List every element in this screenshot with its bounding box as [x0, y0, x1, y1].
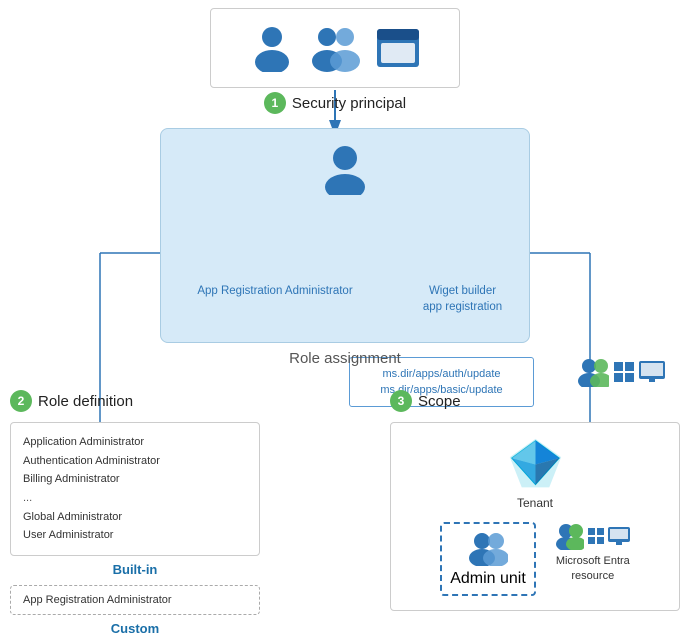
badge-1: 1 [264, 92, 286, 114]
role-assignment-label: Role assignment [160, 350, 530, 367]
widget-builder-icons [576, 357, 666, 387]
admin-unit-icon [468, 530, 508, 566]
security-principal-box [210, 8, 460, 88]
scope-header: 3 Scope [390, 390, 680, 412]
widget-grid-icon [613, 361, 635, 383]
builtin-roles-box: Application Administrator Authentication… [10, 422, 260, 556]
ms-entra-item: Microsoft Entraresource [556, 522, 630, 585]
custom-role-box: App Registration Administrator [10, 585, 260, 615]
role-definition-section: 2 Role definition Application Administra… [10, 390, 260, 636]
entra-grid-icon [587, 527, 605, 545]
role-item-1: Application Administrator [23, 433, 247, 452]
app-icon [377, 29, 419, 67]
ms-entra-label: Microsoft Entraresource [556, 554, 630, 585]
role-item-3: Billing Administrator [23, 470, 247, 489]
scope-inner-box: Tenant Admin unit [390, 422, 680, 611]
custom-label: Custom [10, 621, 260, 636]
role-def-title: Role definition [38, 393, 133, 410]
app-reg-admin-label: App Registration Administrator [175, 285, 375, 297]
builtin-label: Built-in [10, 562, 260, 577]
user-icon [251, 24, 293, 72]
widget-monitor-icon [639, 361, 665, 383]
security-principal-label: 1 Security principal [210, 92, 460, 114]
badge-2: 2 [10, 390, 32, 412]
scope-section: 3 Scope Tenant [390, 390, 680, 611]
tenant-label: Tenant [517, 496, 553, 510]
tenant-diamond-icon [508, 437, 563, 492]
widget-builder-label: Admin unit Wiget builderapp registration [405, 283, 520, 315]
role-item-5: User Administrator [23, 526, 247, 545]
role-item-dots: ... [23, 489, 247, 508]
security-principal-text: Security principal [292, 95, 406, 112]
role-def-header: 2 Role definition [10, 390, 260, 412]
permission-line-1: ms.dir/apps/auth/update [382, 366, 500, 383]
group-icon [309, 24, 361, 72]
scope-title: Scope [418, 393, 461, 410]
role-item-2: Authentication Administrator [23, 452, 247, 471]
widget-person-icon [577, 357, 609, 387]
badge-3: 3 [390, 390, 412, 412]
entra-person-icon [556, 522, 584, 550]
diagram-container: 1 Security principal ms.dir/apps/auth/up… [0, 0, 690, 619]
entra-monitor-icon [608, 527, 630, 545]
scope-icons-row: Admin unit [440, 522, 630, 596]
person-icon-role [319, 143, 371, 195]
admin-unit-box: Admin unit [440, 522, 536, 596]
admin-unit-label: Admin unit [450, 570, 526, 588]
role-item-4: Global Administrator [23, 508, 247, 527]
